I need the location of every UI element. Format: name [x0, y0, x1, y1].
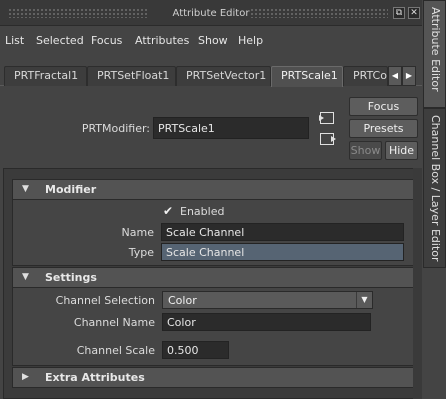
- tab-scroll-right-icon[interactable]: ▶: [402, 66, 416, 86]
- menu-attributes[interactable]: Attributes: [135, 34, 189, 47]
- title-bar: Attribute Editor ⧉ ✕: [0, 0, 422, 26]
- section-extra-attributes-header[interactable]: ▶ Extra Attributes: [12, 367, 415, 388]
- hide-button[interactable]: Hide: [385, 141, 418, 160]
- menu-list[interactable]: List: [5, 34, 24, 47]
- expand-icon: ▶: [22, 372, 29, 382]
- name-field[interactable]: Scale Channel: [161, 223, 404, 241]
- tab-prtfractal1[interactable]: PRTFractal1: [4, 66, 87, 86]
- presets-button[interactable]: Presets: [349, 119, 418, 138]
- show-button[interactable]: Show: [349, 141, 382, 160]
- menu-help[interactable]: Help: [238, 34, 263, 47]
- output-connections-icon[interactable]: [320, 133, 336, 145]
- section-modifier-body: ✔ Enabled Name Scale Channel Type Scale …: [12, 200, 415, 266]
- tab-scroll-left-icon[interactable]: ◀: [388, 66, 402, 86]
- type-label: Type: [128, 246, 154, 259]
- side-tab-label: Attribute Editor: [429, 7, 442, 92]
- section-title: Extra Attributes: [45, 371, 145, 384]
- name-label: Name: [121, 226, 154, 239]
- tab-prtco[interactable]: PRTCo: [343, 66, 388, 86]
- node-tab-bar: PRTFractal1 PRTSetFloat1 PRTSetVector1 P…: [0, 62, 422, 87]
- channel-selection-label: Channel Selection: [55, 294, 155, 307]
- menu-selected[interactable]: Selected: [36, 34, 84, 47]
- tab-prtsetvector1[interactable]: PRTSetVector1: [176, 66, 271, 86]
- enabled-label: Enabled: [180, 205, 225, 218]
- enabled-checkbox[interactable]: ✔: [163, 205, 176, 218]
- focus-button[interactable]: Focus: [349, 97, 418, 116]
- channel-scale-field[interactable]: 0.500: [162, 341, 229, 359]
- menu-bar: List Selected Focus Attributes Show Help: [0, 27, 422, 53]
- node-name-field[interactable]: PRTScale1: [153, 117, 309, 139]
- title-grip-right: [250, 8, 388, 18]
- section-settings-body: Channel Selection Color ▼ Channel Name C…: [12, 288, 415, 366]
- section-modifier-header[interactable]: ▼ Modifier: [12, 179, 415, 200]
- close-icon[interactable]: ✕: [408, 7, 420, 19]
- section-title: Settings: [45, 271, 97, 284]
- panel-scrollbar[interactable]: [413, 168, 422, 399]
- chevron-down-icon: ▼: [356, 292, 372, 308]
- attribute-panel: ▼ Modifier ✔ Enabled Name Scale Channel …: [3, 168, 415, 399]
- channel-name-field[interactable]: Color: [162, 313, 371, 331]
- side-tab-attribute-editor[interactable]: Attribute Editor: [423, 0, 446, 108]
- float-window-icon[interactable]: ⧉: [393, 7, 405, 19]
- node-type-label: PRTModifier:: [81, 122, 150, 135]
- section-title: Modifier: [45, 183, 97, 196]
- section-settings-header[interactable]: ▼ Settings: [12, 267, 415, 288]
- channel-scale-label: Channel Scale: [76, 344, 155, 357]
- channel-name-label: Channel Name: [73, 316, 155, 329]
- side-tab-label: Channel Box / Layer Editor: [429, 115, 442, 262]
- tab-prtscale1[interactable]: PRTScale1: [271, 66, 343, 87]
- side-tab-channel-box[interactable]: Channel Box / Layer Editor: [423, 108, 446, 268]
- input-connections-icon[interactable]: [319, 112, 334, 124]
- tab-prtsetfloat1[interactable]: PRTSetFloat1: [87, 66, 176, 86]
- expand-icon: ▼: [22, 272, 29, 282]
- menu-focus[interactable]: Focus: [91, 34, 122, 47]
- type-field[interactable]: Scale Channel: [161, 243, 404, 261]
- expand-icon: ▼: [22, 184, 29, 194]
- menu-show[interactable]: Show: [198, 34, 228, 47]
- channel-selection-dropdown[interactable]: Color ▼: [162, 291, 373, 309]
- channel-selection-value: Color: [168, 294, 197, 307]
